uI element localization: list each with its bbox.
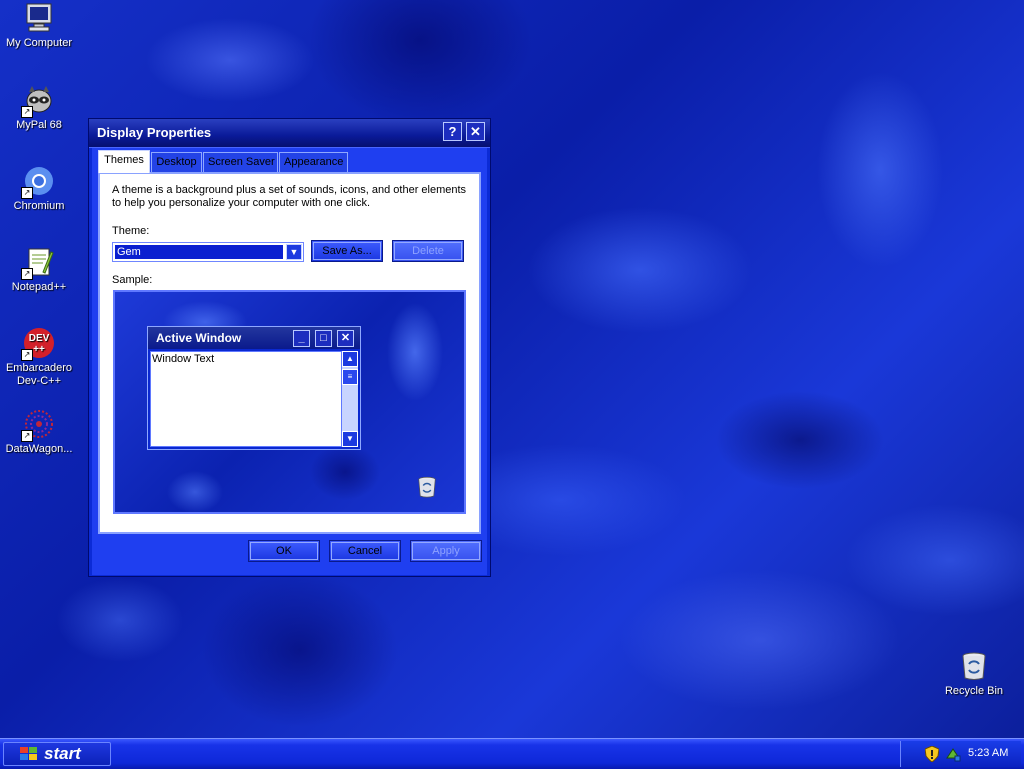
tab-screen-saver[interactable]: Screen Saver — [203, 152, 278, 172]
desktop-icon-my-computer[interactable]: My Computer — [0, 2, 78, 50]
desktop-icon-label: Notepad++ — [11, 281, 67, 293]
sample-window-text: Window Text — [152, 353, 215, 365]
sample-scrollbar: ▲ ≡ ▼ — [342, 351, 358, 447]
desktop-icon-label: Embarcadero Dev-C++ — [0, 362, 78, 388]
windows-logo-icon — [20, 747, 37, 760]
close-icon: ✕ — [337, 330, 354, 347]
clock[interactable]: 5:23 AM — [968, 747, 1008, 759]
taskbar: start 5:23 AM — [0, 738, 1024, 769]
ok-button[interactable]: OK — [248, 540, 320, 562]
chevron-down-icon[interactable]: ▼ — [286, 244, 302, 260]
dialog-body: Themes Desktop Screen Saver Appearance A… — [92, 148, 487, 575]
cancel-button[interactable]: Cancel — [329, 540, 401, 562]
desktop-icon-mypal[interactable]: ↗ MyPal 68 — [0, 84, 78, 132]
scroll-down-icon: ▼ — [342, 431, 358, 447]
themes-description: A theme is a background plus a set of so… — [112, 184, 467, 209]
close-icon: ✕ — [470, 124, 481, 139]
desktop-icon-label: DataWagon... — [5, 443, 73, 455]
sample-window-client: Window Text — [150, 351, 342, 447]
tab-appearance[interactable]: Appearance — [279, 152, 348, 172]
notepad-plus-plus-icon: ↗ — [21, 246, 55, 280]
maximize-icon: □ — [315, 330, 332, 347]
dialog-titlebar[interactable]: Display Properties ? ✕ — [89, 119, 490, 148]
desktop-icon-chromium[interactable]: ↗ Chromium — [0, 165, 78, 213]
start-button[interactable]: start — [3, 742, 111, 766]
minimize-icon: _ — [293, 330, 310, 347]
shortcut-arrow-icon: ↗ — [21, 268, 33, 280]
tab-themes[interactable]: Themes — [98, 150, 150, 173]
themes-panel: A theme is a background plus a set of so… — [98, 172, 481, 534]
apply-button[interactable]: Apply — [410, 540, 482, 562]
svg-text:DEV: DEV — [29, 333, 50, 344]
network-update-icon[interactable] — [945, 746, 961, 762]
desktop-icon-recycle-bin[interactable]: Recycle Bin — [935, 650, 1013, 698]
desktop-icon-label: MyPal 68 — [16, 119, 62, 131]
theme-select[interactable]: Gem ▼ — [112, 242, 304, 262]
datawagon-icon: ↗ — [21, 408, 55, 442]
scroll-thumb-icon: ≡ — [342, 369, 358, 385]
theme-label: Theme: — [112, 225, 150, 237]
svg-text:++: ++ — [33, 344, 45, 355]
delete-button[interactable]: Delete — [392, 240, 464, 262]
theme-sample-preview: Active Window _ □ ✕ Window Text ▲ ≡ ▼ — [113, 290, 466, 514]
chromium-icon: ↗ — [21, 165, 55, 199]
shortcut-arrow-icon: ↗ — [21, 430, 33, 442]
desktop-icon-notepad-plus-plus[interactable]: ↗ Notepad++ — [0, 246, 78, 294]
system-tray: 5:23 AM — [900, 741, 1021, 767]
mypal-browser-icon: ↗ — [21, 84, 55, 118]
display-properties-dialog: Display Properties ? ✕ Themes Desktop Sc… — [88, 118, 491, 577]
desktop: My Computer ↗ MyPal 68 ↗ Chromium ↗ Note… — [0, 0, 1024, 738]
desktop-icon-label-line2: Dev-C++ — [16, 375, 62, 387]
recycle-bin-icon — [958, 650, 990, 682]
sample-recycle-bin-icon — [415, 472, 439, 505]
save-as-button[interactable]: Save As... — [311, 240, 383, 262]
sample-label: Sample: — [112, 274, 153, 286]
desktop-icon-label-line1: Embarcadero — [5, 362, 73, 374]
theme-select-value: Gem — [115, 245, 283, 259]
security-shield-icon[interactable] — [925, 746, 939, 762]
desktop-icon-label: My Computer — [5, 37, 73, 49]
shortcut-arrow-icon: ↗ — [21, 349, 33, 361]
desktop-icon-label: Chromium — [13, 200, 65, 212]
desktop-icon-label: Recycle Bin — [944, 685, 1004, 697]
scroll-up-icon: ▲ — [342, 351, 358, 367]
dialog-title: Display Properties — [97, 125, 212, 140]
start-label: start — [44, 744, 81, 763]
help-button[interactable]: ? — [443, 122, 462, 141]
desktop-icon-datawagon[interactable]: ↗ DataWagon... — [0, 408, 78, 456]
shortcut-arrow-icon: ↗ — [21, 187, 33, 199]
desktop-icon-devcpp[interactable]: DEV ++ ↗ Embarcadero Dev-C++ — [0, 327, 78, 388]
tab-desktop[interactable]: Desktop — [151, 152, 202, 172]
devcpp-icon: DEV ++ ↗ — [21, 327, 55, 361]
computer-icon — [23, 2, 55, 34]
help-icon: ? — [448, 124, 457, 139]
close-button[interactable]: ✕ — [466, 122, 485, 141]
shortcut-arrow-icon: ↗ — [21, 106, 33, 118]
sample-active-window: Active Window _ □ ✕ Window Text ▲ ≡ ▼ — [147, 326, 361, 450]
